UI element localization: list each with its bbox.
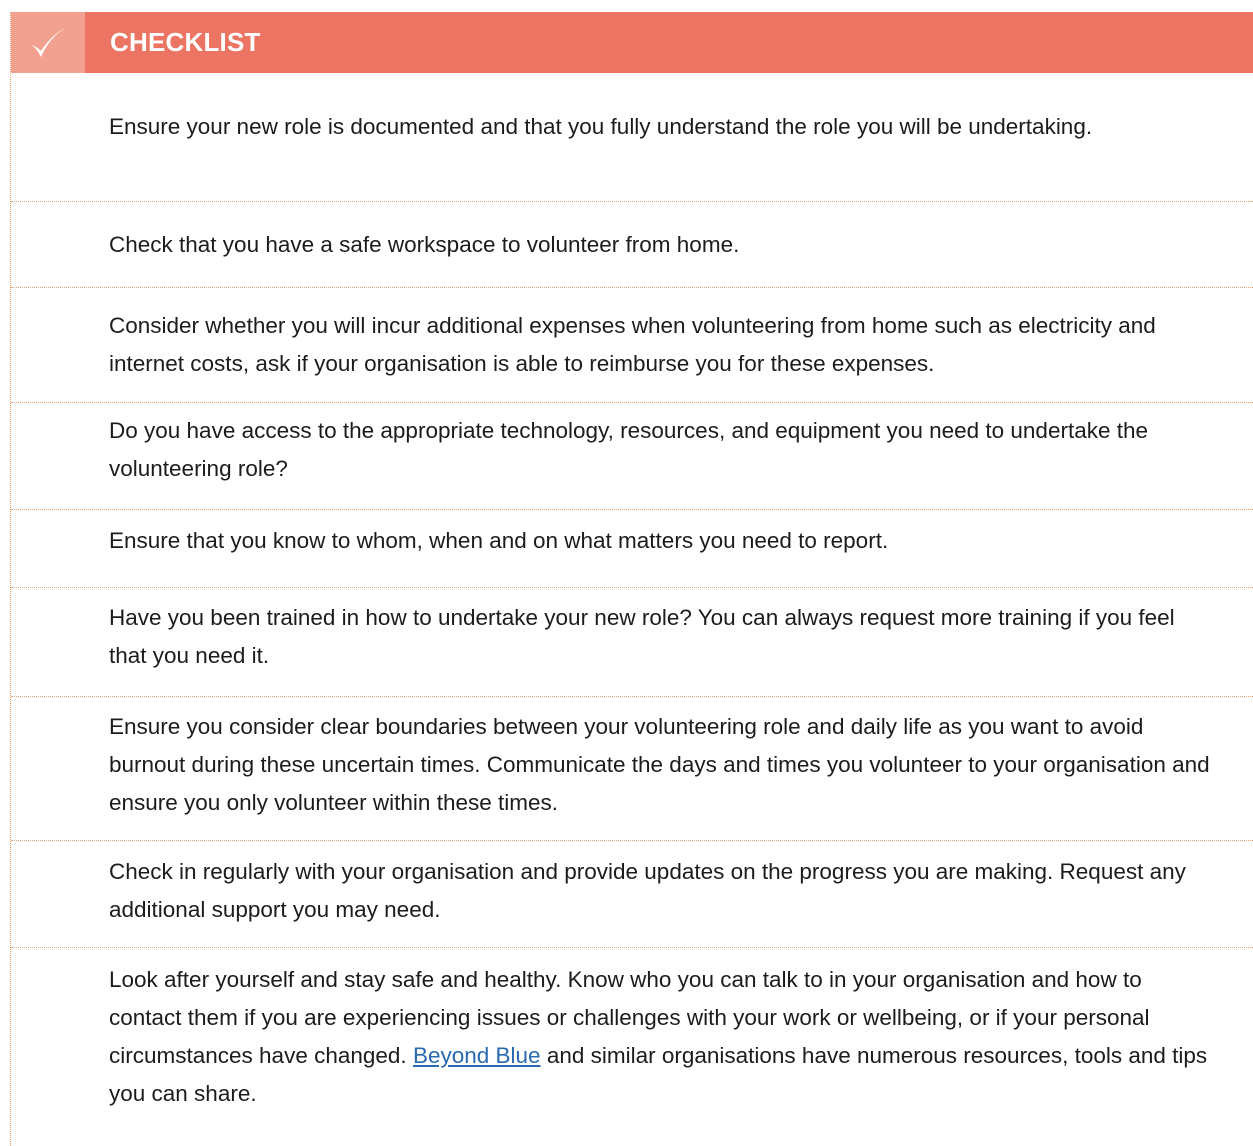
checklist-item-text: Check that you have a safe workspace to … xyxy=(109,232,740,257)
checklist-item: Look after yourself and stay safe and he… xyxy=(11,948,1253,1146)
checklist-header: CHECKLIST xyxy=(11,12,1253,73)
check-mark-icon xyxy=(31,27,65,57)
checklist-item: Consider whether you will incur addition… xyxy=(11,288,1253,403)
checklist-item-text: Ensure your new role is documented and t… xyxy=(109,114,1093,139)
beyond-blue-link[interactable]: Beyond Blue xyxy=(413,1043,541,1068)
checklist-item: Check in regularly with your organisatio… xyxy=(11,841,1253,948)
checklist-item: Ensure your new role is documented and t… xyxy=(11,73,1253,202)
checklist-item-text: Ensure that you know to whom, when and o… xyxy=(109,528,889,553)
checklist-item-text: Ensure you consider clear boundaries bet… xyxy=(109,714,1210,815)
checklist-item-text: Check in regularly with your organisatio… xyxy=(109,859,1186,922)
header-icon-box xyxy=(11,12,85,73)
checklist-item: Ensure that you know to whom, when and o… xyxy=(11,510,1253,588)
checklist-item: Have you been trained in how to undertak… xyxy=(11,588,1253,697)
checklist-item-text: Have you been trained in how to undertak… xyxy=(109,605,1175,668)
checklist-item: Ensure you consider clear boundaries bet… xyxy=(11,697,1253,841)
checklist-item: Do you have access to the appropriate te… xyxy=(11,403,1253,510)
checklist-panel: CHECKLIST Ensure your new role is docume… xyxy=(10,12,1253,1146)
checklist-item-text: Look after yourself and stay safe and he… xyxy=(109,961,1213,1113)
checklist-item-text: Consider whether you will incur addition… xyxy=(109,313,1156,376)
checklist-item: Check that you have a safe workspace to … xyxy=(11,202,1253,288)
checklist-item-text: Do you have access to the appropriate te… xyxy=(109,418,1149,481)
checklist-title: CHECKLIST xyxy=(110,27,261,57)
